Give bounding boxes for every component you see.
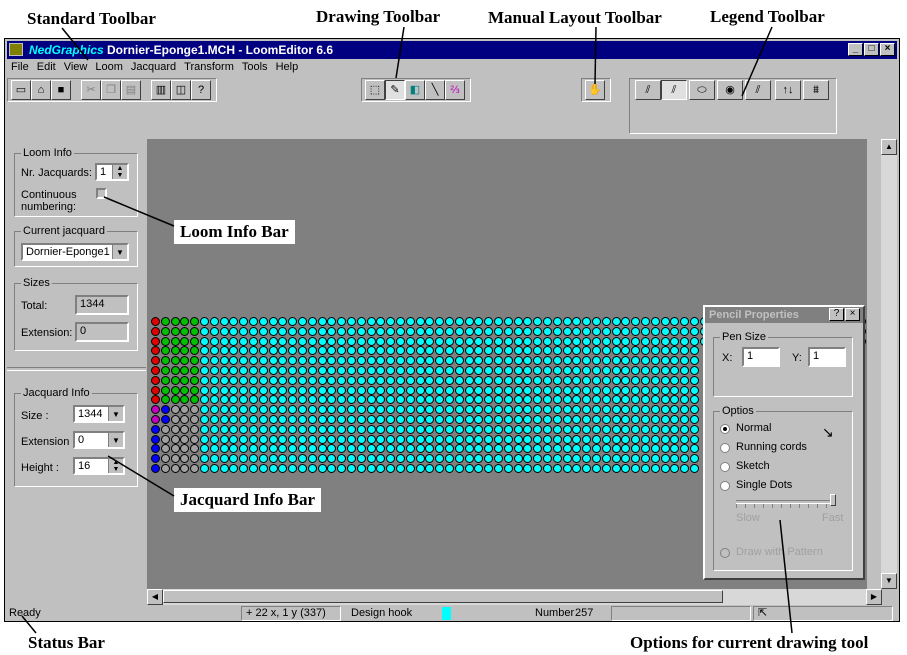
arrow-legend-toolbar — [741, 26, 773, 97]
arrow-loom-info — [103, 196, 175, 227]
arrow-options-drawing-tool — [779, 519, 793, 634]
arrow-drawing-toolbar — [395, 26, 405, 79]
callout-arrows — [21, 26, 793, 634]
arrow-jacquard-info — [107, 455, 175, 497]
arrow-standard-toolbar — [61, 27, 89, 61]
arrow-manual-layout-toolbar — [594, 26, 597, 85]
arrow-status-bar — [21, 615, 37, 634]
